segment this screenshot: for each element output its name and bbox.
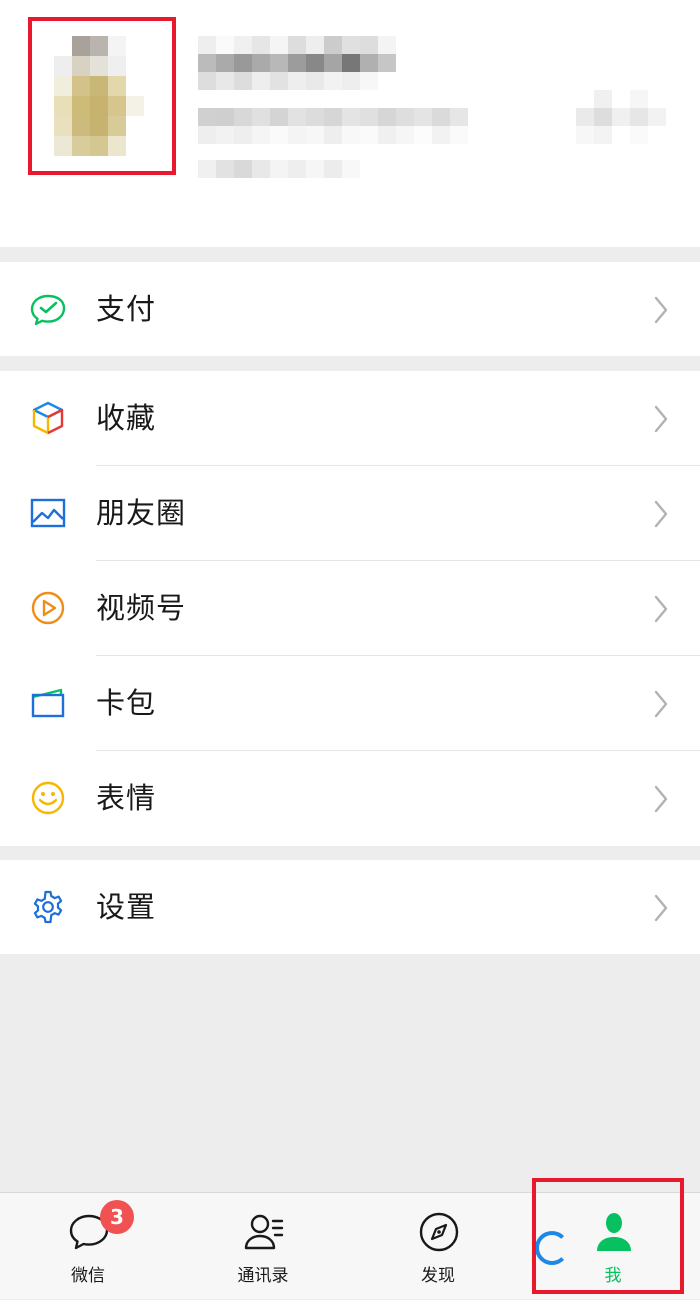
menu-item-pay[interactable]: 支付 — [0, 262, 700, 356]
menu-item-label: 设置 — [96, 890, 157, 924]
contacts-icon — [243, 1211, 285, 1253]
play-circle-icon — [30, 590, 66, 626]
menu-item-label: 卡包 — [96, 686, 157, 720]
tab-label: 通讯录 — [237, 1266, 289, 1286]
compass-icon — [418, 1211, 460, 1253]
chevron-right-icon — [652, 295, 670, 325]
chevron-right-icon — [652, 404, 670, 434]
picture-icon — [30, 495, 66, 531]
menu-item-stickers[interactable]: 表情 — [0, 751, 700, 846]
blurred-qr-area — [576, 90, 666, 144]
wallet-icon — [30, 685, 66, 721]
tab-label: 发现 — [421, 1266, 455, 1286]
chevron-right-icon — [652, 689, 670, 719]
services-section: 收藏 朋友圈 视频号 卡包 表情 — [0, 371, 700, 846]
tab-contacts[interactable]: 通讯录 — [203, 1193, 323, 1300]
chevron-right-icon — [652, 893, 670, 923]
profile-header[interactable] — [0, 0, 700, 247]
unread-badge: 3 — [100, 1200, 134, 1234]
blurred-wechat-id — [198, 108, 486, 144]
smiley-icon — [30, 780, 66, 816]
chevron-right-icon — [652, 784, 670, 814]
settings-section: 设置 — [0, 860, 700, 954]
blurred-status — [198, 160, 360, 178]
menu-item-favorites[interactable]: 收藏 — [0, 371, 700, 466]
gear-icon — [30, 889, 66, 925]
chevron-right-icon — [652, 594, 670, 624]
menu-item-channels[interactable]: 视频号 — [0, 561, 700, 656]
pay-section: 支付 — [0, 262, 700, 356]
menu-item-label: 收藏 — [96, 401, 157, 435]
menu-item-label: 表情 — [96, 781, 157, 815]
menu-item-settings[interactable]: 设置 — [0, 860, 700, 954]
tab-label: 微信 — [71, 1266, 105, 1286]
blurred-nickname — [198, 36, 396, 90]
cube-icon — [30, 400, 66, 436]
wechat-pay-icon — [30, 291, 66, 327]
menu-item-label: 视频号 — [96, 591, 187, 625]
chevron-right-icon — [652, 499, 670, 529]
menu-item-cards[interactable]: 卡包 — [0, 656, 700, 751]
me-tab-highlight-box — [532, 1178, 684, 1294]
menu-item-label: 朋友圈 — [96, 496, 187, 530]
tab-discover[interactable]: 发现 — [378, 1193, 498, 1300]
menu-item-moments[interactable]: 朋友圈 — [0, 466, 700, 561]
menu-item-label: 支付 — [96, 292, 157, 326]
avatar-highlight-box — [28, 17, 176, 175]
